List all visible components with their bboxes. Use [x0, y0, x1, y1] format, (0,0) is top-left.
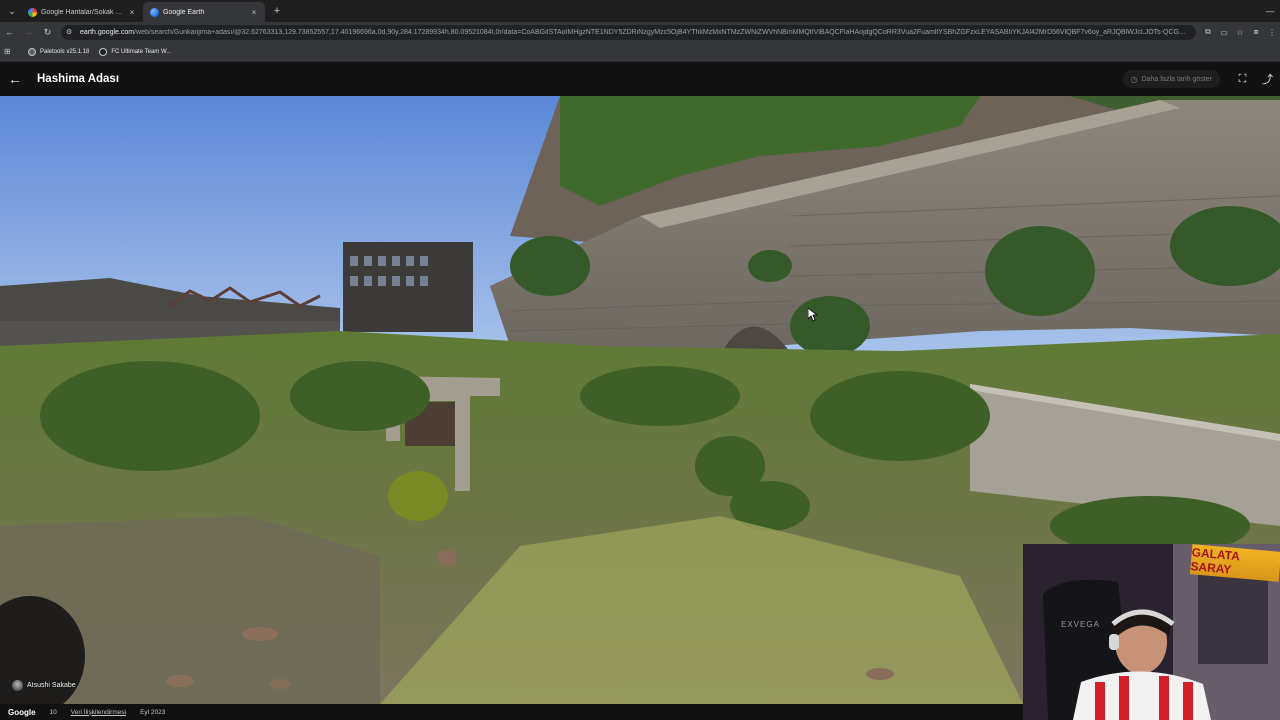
url-path: /web/search/Gunkanjima+adası/@32.6276331…: [134, 28, 1191, 36]
yellow-shrub: [388, 471, 448, 521]
site-info-icon[interactable]: ⚙: [66, 28, 76, 36]
translate-icon[interactable]: ⧉: [1200, 27, 1216, 37]
tab-search-icon[interactable]: ⌄: [3, 2, 21, 20]
share-icon[interactable]: ⤴: [1255, 71, 1280, 87]
show-more-dates-label: Daha fazla tarih göster: [1141, 75, 1212, 83]
tab-title: Google Earth: [163, 8, 205, 16]
bookmark-paletools[interactable]: Paletools v25.1.18: [28, 47, 90, 56]
bookmark-fc-ultimate-team[interactable]: FC Ultimate Team W...: [99, 47, 172, 56]
google-maps-favicon-icon: [28, 7, 37, 17]
minimize-icon[interactable]: —: [1260, 6, 1280, 16]
bookmark-star-icon[interactable]: ☆: [1232, 28, 1248, 37]
google-logo: Google: [8, 707, 36, 717]
photographer-avatar: [12, 680, 23, 691]
browser-menu-icon[interactable]: ⋮: [1264, 28, 1280, 37]
earth-header: ← Hashima Adası ◷ Daha fazla tarih göste…: [0, 62, 1280, 96]
back-arrow-icon[interactable]: ←: [0, 71, 30, 87]
back-arrow-icon[interactable]: ←: [0, 27, 19, 37]
bookmarks-bar: ⊞ Paletools v25.1.18 FC Ultimate Team W.…: [0, 42, 1280, 62]
cast-icon[interactable]: ▭: [1216, 28, 1232, 37]
tab-google-maps[interactable]: Google Haritalar/Sokak Görün ×: [21, 2, 143, 22]
status-number: 10: [49, 708, 57, 716]
page-title: Hashima Adası: [37, 73, 120, 85]
cursor-arrow-shape: [807, 307, 819, 322]
tab-close-icon[interactable]: ×: [249, 8, 259, 17]
tab-title: Google Haritalar/Sokak Görün: [41, 8, 127, 16]
tab-close-icon[interactable]: ×: [127, 8, 137, 17]
bookmark-label: FC Ultimate Team W...: [111, 48, 172, 55]
extensions-icon[interactable]: ⧈: [1248, 27, 1264, 37]
photographer-attribution[interactable]: Atsushi Sakabe: [12, 678, 76, 693]
google-earth-favicon-icon: [150, 7, 159, 17]
apps-grid-icon[interactable]: ⊞: [4, 47, 18, 56]
history-clock-icon: ◷: [1130, 74, 1138, 84]
fullscreen-icon[interactable]: ⛶: [1230, 73, 1255, 86]
forward-arrow-icon[interactable]: →: [19, 27, 38, 37]
bookmark-favicon-icon: [99, 47, 108, 56]
capture-date: Eyl 2023: [140, 708, 166, 716]
webcam-overlay: GALATA SARAY EXVEGA: [1023, 544, 1280, 720]
chair-brand-logo: EXVEGA: [1061, 620, 1100, 629]
apartment-building: [343, 242, 473, 332]
show-more-dates-button[interactable]: ◷ Daha fazla tarih göster: [1122, 70, 1220, 88]
data-attribution-link[interactable]: Veri İlişkilendirmesi: [71, 709, 126, 716]
new-tab-button[interactable]: +: [269, 5, 285, 17]
url-host: earth.google.com: [80, 28, 135, 36]
bookmark-label: Paletools v25.1.18: [40, 48, 90, 55]
browser-toolbar: ← → ↻ ⚙ earth.google.com /web/search/Gun…: [0, 22, 1280, 42]
bookmark-favicon-icon: [28, 47, 36, 56]
tab-google-earth[interactable]: Google Earth ×: [143, 2, 265, 22]
browser-tab-strip: ⌄ Google Haritalar/Sokak Görün × Google …: [0, 0, 1280, 22]
photographer-name: Atsushi Sakabe: [27, 682, 76, 689]
reload-icon[interactable]: ↻: [38, 27, 57, 38]
address-bar[interactable]: ⚙ earth.google.com /web/search/Gunkanjim…: [61, 24, 1196, 40]
